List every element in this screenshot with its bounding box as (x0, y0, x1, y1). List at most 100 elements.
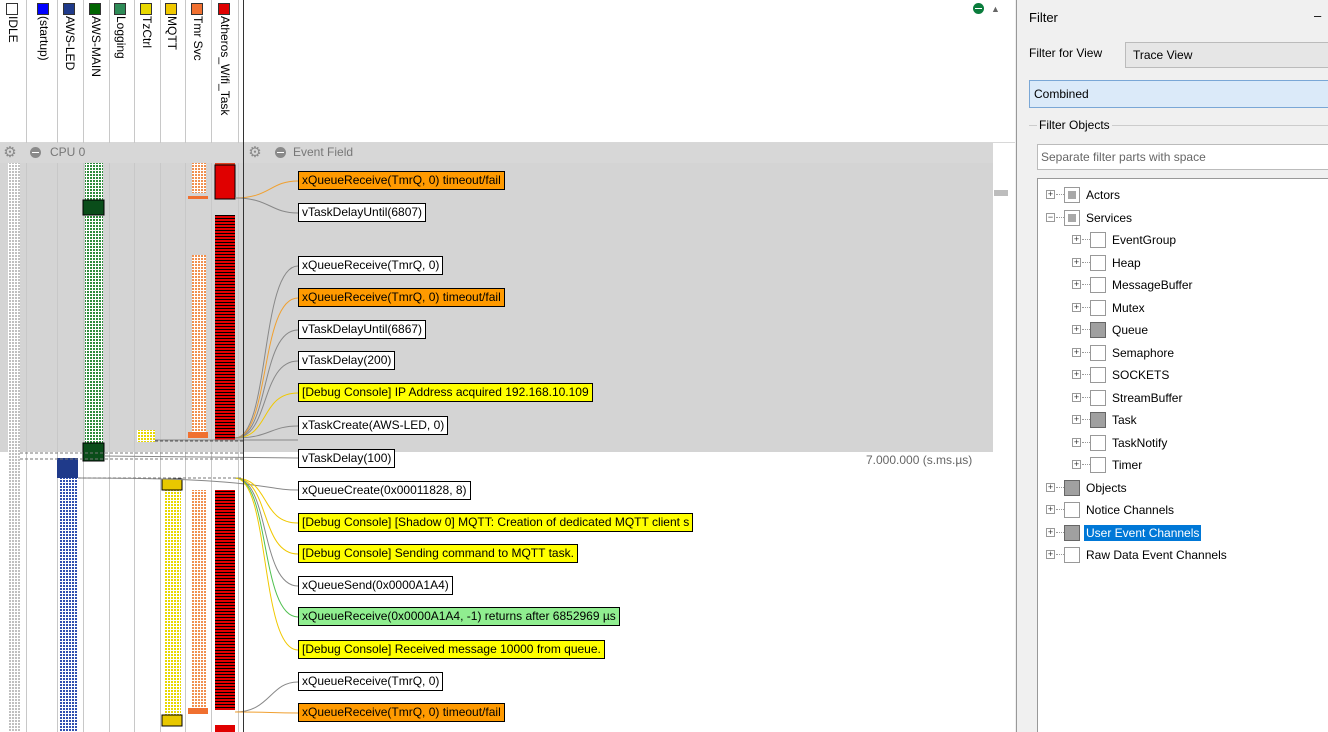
filter-panel: Filter – Filter for View Trace View Comb… (1016, 0, 1328, 732)
tree-connector (1082, 419, 1090, 420)
trace-event-label[interactable]: xQueueReceive(TmrQ, 0) (298, 672, 444, 691)
tmr-svc-lane-bar[interactable] (192, 490, 206, 710)
mqtt-active-block[interactable] (161, 714, 183, 727)
trace-event-label[interactable]: [Debug Console] Sending command to MQTT … (298, 544, 578, 563)
expand-icon[interactable]: + (1046, 505, 1055, 514)
tree-checkbox[interactable] (1090, 389, 1106, 406)
tree-checkbox[interactable] (1090, 367, 1106, 383)
mqtt-lane-bar[interactable] (165, 490, 181, 720)
expand-icon[interactable]: + (1072, 370, 1081, 379)
trace-event-label[interactable]: vTaskDelay(200) (298, 351, 396, 370)
trace-event-label[interactable]: xQueueReceive(0x0000A1A4, -1) returns af… (298, 607, 620, 626)
trace-event-label[interactable]: [Debug Console] [Shadow 0] MQTT: Creatio… (298, 513, 694, 532)
tree-item-label: Heap (1112, 255, 1141, 270)
atheros-lane-bar[interactable] (215, 490, 235, 710)
tree-checkbox[interactable] (1090, 412, 1106, 428)
aws-led-lane-bar[interactable] (59, 458, 77, 732)
filter-for-view-select[interactable]: Trace View (1125, 42, 1328, 68)
tree-checkbox[interactable] (1064, 524, 1080, 541)
tree-checkbox[interactable] (1064, 187, 1080, 203)
expand-icon[interactable]: + (1046, 482, 1055, 492)
gear-icon[interactable]: ⚙ (2, 145, 18, 161)
trace-event-label[interactable]: [Debug Console] Received message 10000 f… (298, 640, 605, 659)
tree-item-label: Objects (1086, 480, 1127, 495)
trace-event-label[interactable]: vTaskDelayUntil(6807) (298, 203, 427, 222)
expand-icon[interactable]: + (1046, 527, 1055, 537)
event-connector (234, 197, 299, 214)
mqtt-active-block[interactable] (161, 478, 183, 491)
tree-checkbox[interactable] (1090, 344, 1106, 361)
zoom-out-icon[interactable] (973, 3, 984, 14)
combined-filter-field[interactable]: Combined (1029, 80, 1328, 108)
trace-event-label[interactable]: xQueueCreate(0x00011828, 8) (298, 481, 471, 500)
collapse-icon[interactable] (275, 147, 286, 158)
event-connector (234, 392, 299, 439)
filter-search-input[interactable]: Separate filter parts with space (1037, 144, 1328, 170)
tree-checkbox[interactable] (1090, 232, 1106, 248)
expand-icon[interactable]: + (1046, 550, 1055, 559)
expand-icon[interactable]: + (1072, 235, 1081, 244)
expand-icon[interactable]: + (1072, 257, 1081, 267)
trace-event-label[interactable]: xQueueReceive(TmrQ, 0) timeout/fail (298, 288, 505, 307)
event-connector (234, 477, 299, 651)
aws-led-active-block[interactable] (57, 458, 78, 478)
event-field-label: Event Field (293, 145, 354, 159)
aws-main-active-block[interactable] (82, 199, 105, 216)
tree-connector (1056, 509, 1064, 510)
trace-event-label[interactable]: vTaskDelay(100) (298, 449, 396, 468)
tree-checkbox[interactable] (1090, 299, 1106, 316)
tree-checkbox[interactable] (1090, 457, 1106, 473)
tree-checkbox[interactable] (1090, 254, 1106, 271)
tree-checkbox[interactable] (1090, 322, 1106, 338)
idle-lane-bar[interactable] (8, 163, 20, 452)
tmr-svc-event-marker[interactable] (188, 196, 208, 199)
expand-icon[interactable]: + (1046, 190, 1055, 199)
trace-event-label[interactable]: xQueueReceive(TmrQ, 0) timeout/fail (298, 703, 505, 722)
tree-connector (1082, 351, 1090, 353)
tree-connector (1082, 374, 1090, 375)
scroll-marker[interactable] (994, 190, 1008, 196)
expand-icon[interactable]: + (1072, 347, 1081, 357)
tmr-svc-event-marker[interactable] (188, 708, 208, 714)
collapse-icon[interactable] (30, 147, 41, 158)
tmr-svc-event-marker[interactable] (188, 432, 208, 438)
tree-checkbox[interactable] (1064, 479, 1080, 496)
trace-event-label[interactable]: xQueueReceive(TmrQ, 0) (298, 256, 444, 275)
expand-icon[interactable]: + (1072, 415, 1081, 424)
tree-checkbox[interactable] (1064, 547, 1080, 563)
expand-icon[interactable]: + (1072, 460, 1081, 469)
expand-icon[interactable]: + (1072, 325, 1081, 334)
tree-connector (1082, 464, 1090, 465)
atheros-lane-bar[interactable] (215, 725, 235, 732)
trace-event-label[interactable]: [Debug Console] IP Address acquired 192.… (298, 383, 593, 402)
event-connector (234, 681, 299, 713)
scroll-up-icon[interactable]: ▲ (991, 4, 1000, 14)
expand-icon[interactable]: + (1072, 302, 1081, 312)
tree-checkbox[interactable] (1064, 502, 1080, 518)
tree-checkbox[interactable] (1090, 434, 1106, 451)
tzctrl-lane-bar[interactable] (137, 430, 155, 442)
filter-title: Filter (1029, 10, 1058, 25)
trace-view[interactable]: IDLE (startup) AWS-LED AWS-MAIN Logging TzCtr… (0, 0, 1015, 732)
tree-checkbox[interactable] (1090, 277, 1106, 293)
expand-icon[interactable]: + (1072, 280, 1081, 289)
trace-event-label[interactable]: vTaskDelayUntil(6867) (298, 320, 427, 339)
trace-event-label[interactable]: xQueueSend(0x0000A1A4) (298, 576, 453, 595)
aws-main-active-block[interactable] (82, 442, 105, 462)
collapse-icon[interactable]: − (1046, 212, 1055, 222)
trace-event-label[interactable]: xTaskCreate(AWS-LED, 0) (298, 416, 449, 435)
tmr-svc-lane-bar[interactable] (192, 255, 206, 435)
tree-checkbox[interactable] (1064, 209, 1080, 226)
tree-connector (1082, 396, 1090, 398)
expand-icon[interactable]: + (1072, 392, 1081, 402)
tree-item-label: StreamBuffer (1112, 390, 1183, 405)
trace-event-label[interactable]: xQueueReceive(TmrQ, 0) timeout/fail (298, 171, 505, 190)
gear-icon[interactable]: ⚙ (247, 145, 263, 161)
atheros-lane-bar[interactable] (215, 215, 235, 440)
tree-connector (1082, 239, 1090, 240)
tree-item-label: User Event Channels (1084, 524, 1202, 541)
atheros-lane-bar[interactable] (214, 164, 236, 200)
expand-icon[interactable]: + (1072, 437, 1081, 447)
idle-lane-bar[interactable] (8, 452, 20, 732)
minimize-button[interactable]: – (1314, 8, 1321, 23)
